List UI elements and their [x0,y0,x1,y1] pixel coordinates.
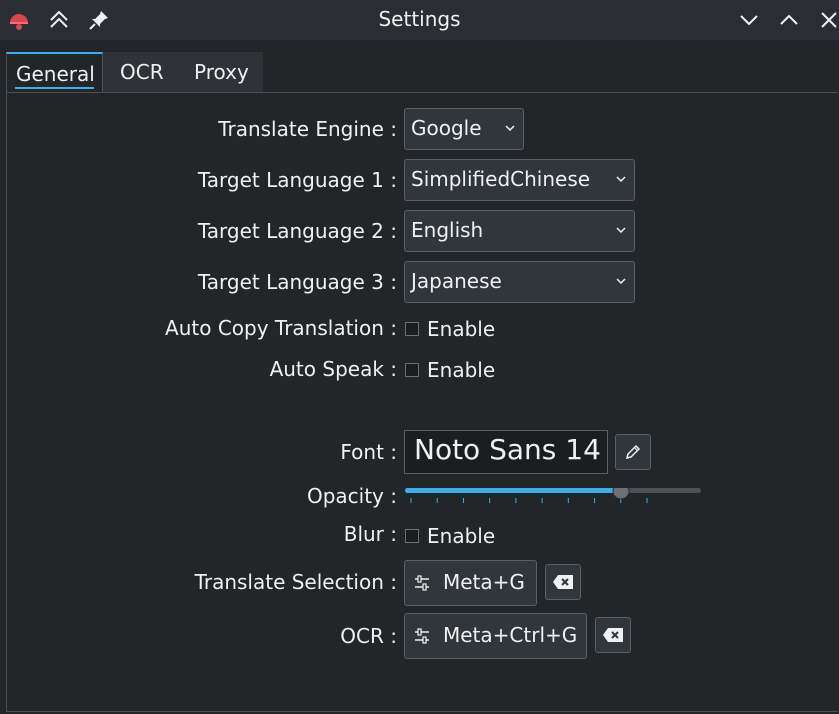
target-language-2-value: English [411,218,484,242]
close-icon[interactable] [817,8,839,32]
tab-ocr-label: OCR [120,60,164,84]
tab-proxy-label: Proxy [194,60,249,84]
target-language-1-select[interactable]: SimplifiedChinese [404,159,635,201]
clear-translate-selection-shortcut-button[interactable] [545,564,581,600]
chevron-down-icon [616,278,626,285]
font-display: Noto Sans 14 [404,430,608,474]
ocr-shortcut-value: Meta+Ctrl+G [443,623,578,647]
target-language-1-label: Target Language 1 : [197,168,397,192]
shortcut-settings-icon [415,628,429,644]
auto-speak-checkbox[interactable]: Enable [405,358,495,382]
clear-backspace-icon [603,628,623,642]
auto-copy-translation-label: Auto Copy Translation : [165,316,397,340]
shortcut-settings-icon [415,575,429,591]
edit-font-button[interactable] [615,434,651,470]
settings-content: General OCR Proxy Translate Engine : Goo… [0,40,839,714]
target-language-3-label: Target Language 3 : [197,270,397,294]
checkbox-box[interactable] [405,363,419,377]
opacity-label: Opacity : [306,484,397,508]
translate-engine-select[interactable]: Google [404,108,524,150]
slider-ticks [410,498,648,503]
font-value: Noto Sans 14 [414,433,601,466]
ocr-shortcut-label: OCR : [340,624,397,648]
window-title: Settings [378,7,461,31]
title-bar: Settings [0,0,839,40]
blur-checkbox[interactable]: Enable [405,524,495,548]
pencil-icon [625,444,641,460]
chevron-down-icon [505,125,515,132]
minimize-icon[interactable] [737,8,761,32]
auto-speak-enable-label: Enable [427,358,496,382]
auto-copy-enable-label: Enable [427,317,496,341]
target-language-2-select[interactable]: English [404,210,635,252]
ocr-shortcut-button[interactable]: Meta+Ctrl+G [404,613,587,659]
maximize-icon[interactable] [777,8,801,32]
tab-focus-underline [15,87,94,89]
translate-engine-label: Translate Engine : [218,117,397,141]
translate-selection-label: Translate Selection : [194,570,397,594]
tab-proxy[interactable]: Proxy [181,52,263,92]
target-language-2-label: Target Language 2 : [197,219,397,243]
translate-selection-shortcut-value: Meta+G [443,570,525,594]
checkbox-box[interactable] [405,322,419,336]
font-label: Font : [340,440,397,464]
checkbox-box[interactable] [405,529,419,543]
auto-copy-translation-checkbox[interactable]: Enable [405,317,495,341]
target-language-3-value: Japanese [411,269,502,293]
clear-ocr-shortcut-button[interactable] [595,617,631,653]
opacity-slider[interactable] [405,482,701,508]
target-language-3-select[interactable]: Japanese [404,261,635,303]
slider-handle[interactable] [612,482,630,500]
chevron-down-icon [616,176,626,183]
translate-selection-shortcut-button[interactable]: Meta+G [404,560,537,606]
tab-general-label: General [16,62,95,86]
blur-label: Blur : [343,522,397,546]
slider-fill [405,488,621,493]
translate-engine-value: Google [411,116,482,140]
target-language-1-value: SimplifiedChinese [411,167,591,191]
tab-ocr[interactable]: OCR [103,52,181,92]
blur-enable-label: Enable [427,524,496,548]
tab-general[interactable]: General [6,52,103,93]
clear-backspace-icon [553,575,573,589]
auto-speak-label: Auto Speak : [269,357,397,381]
chevron-down-icon [616,227,626,234]
